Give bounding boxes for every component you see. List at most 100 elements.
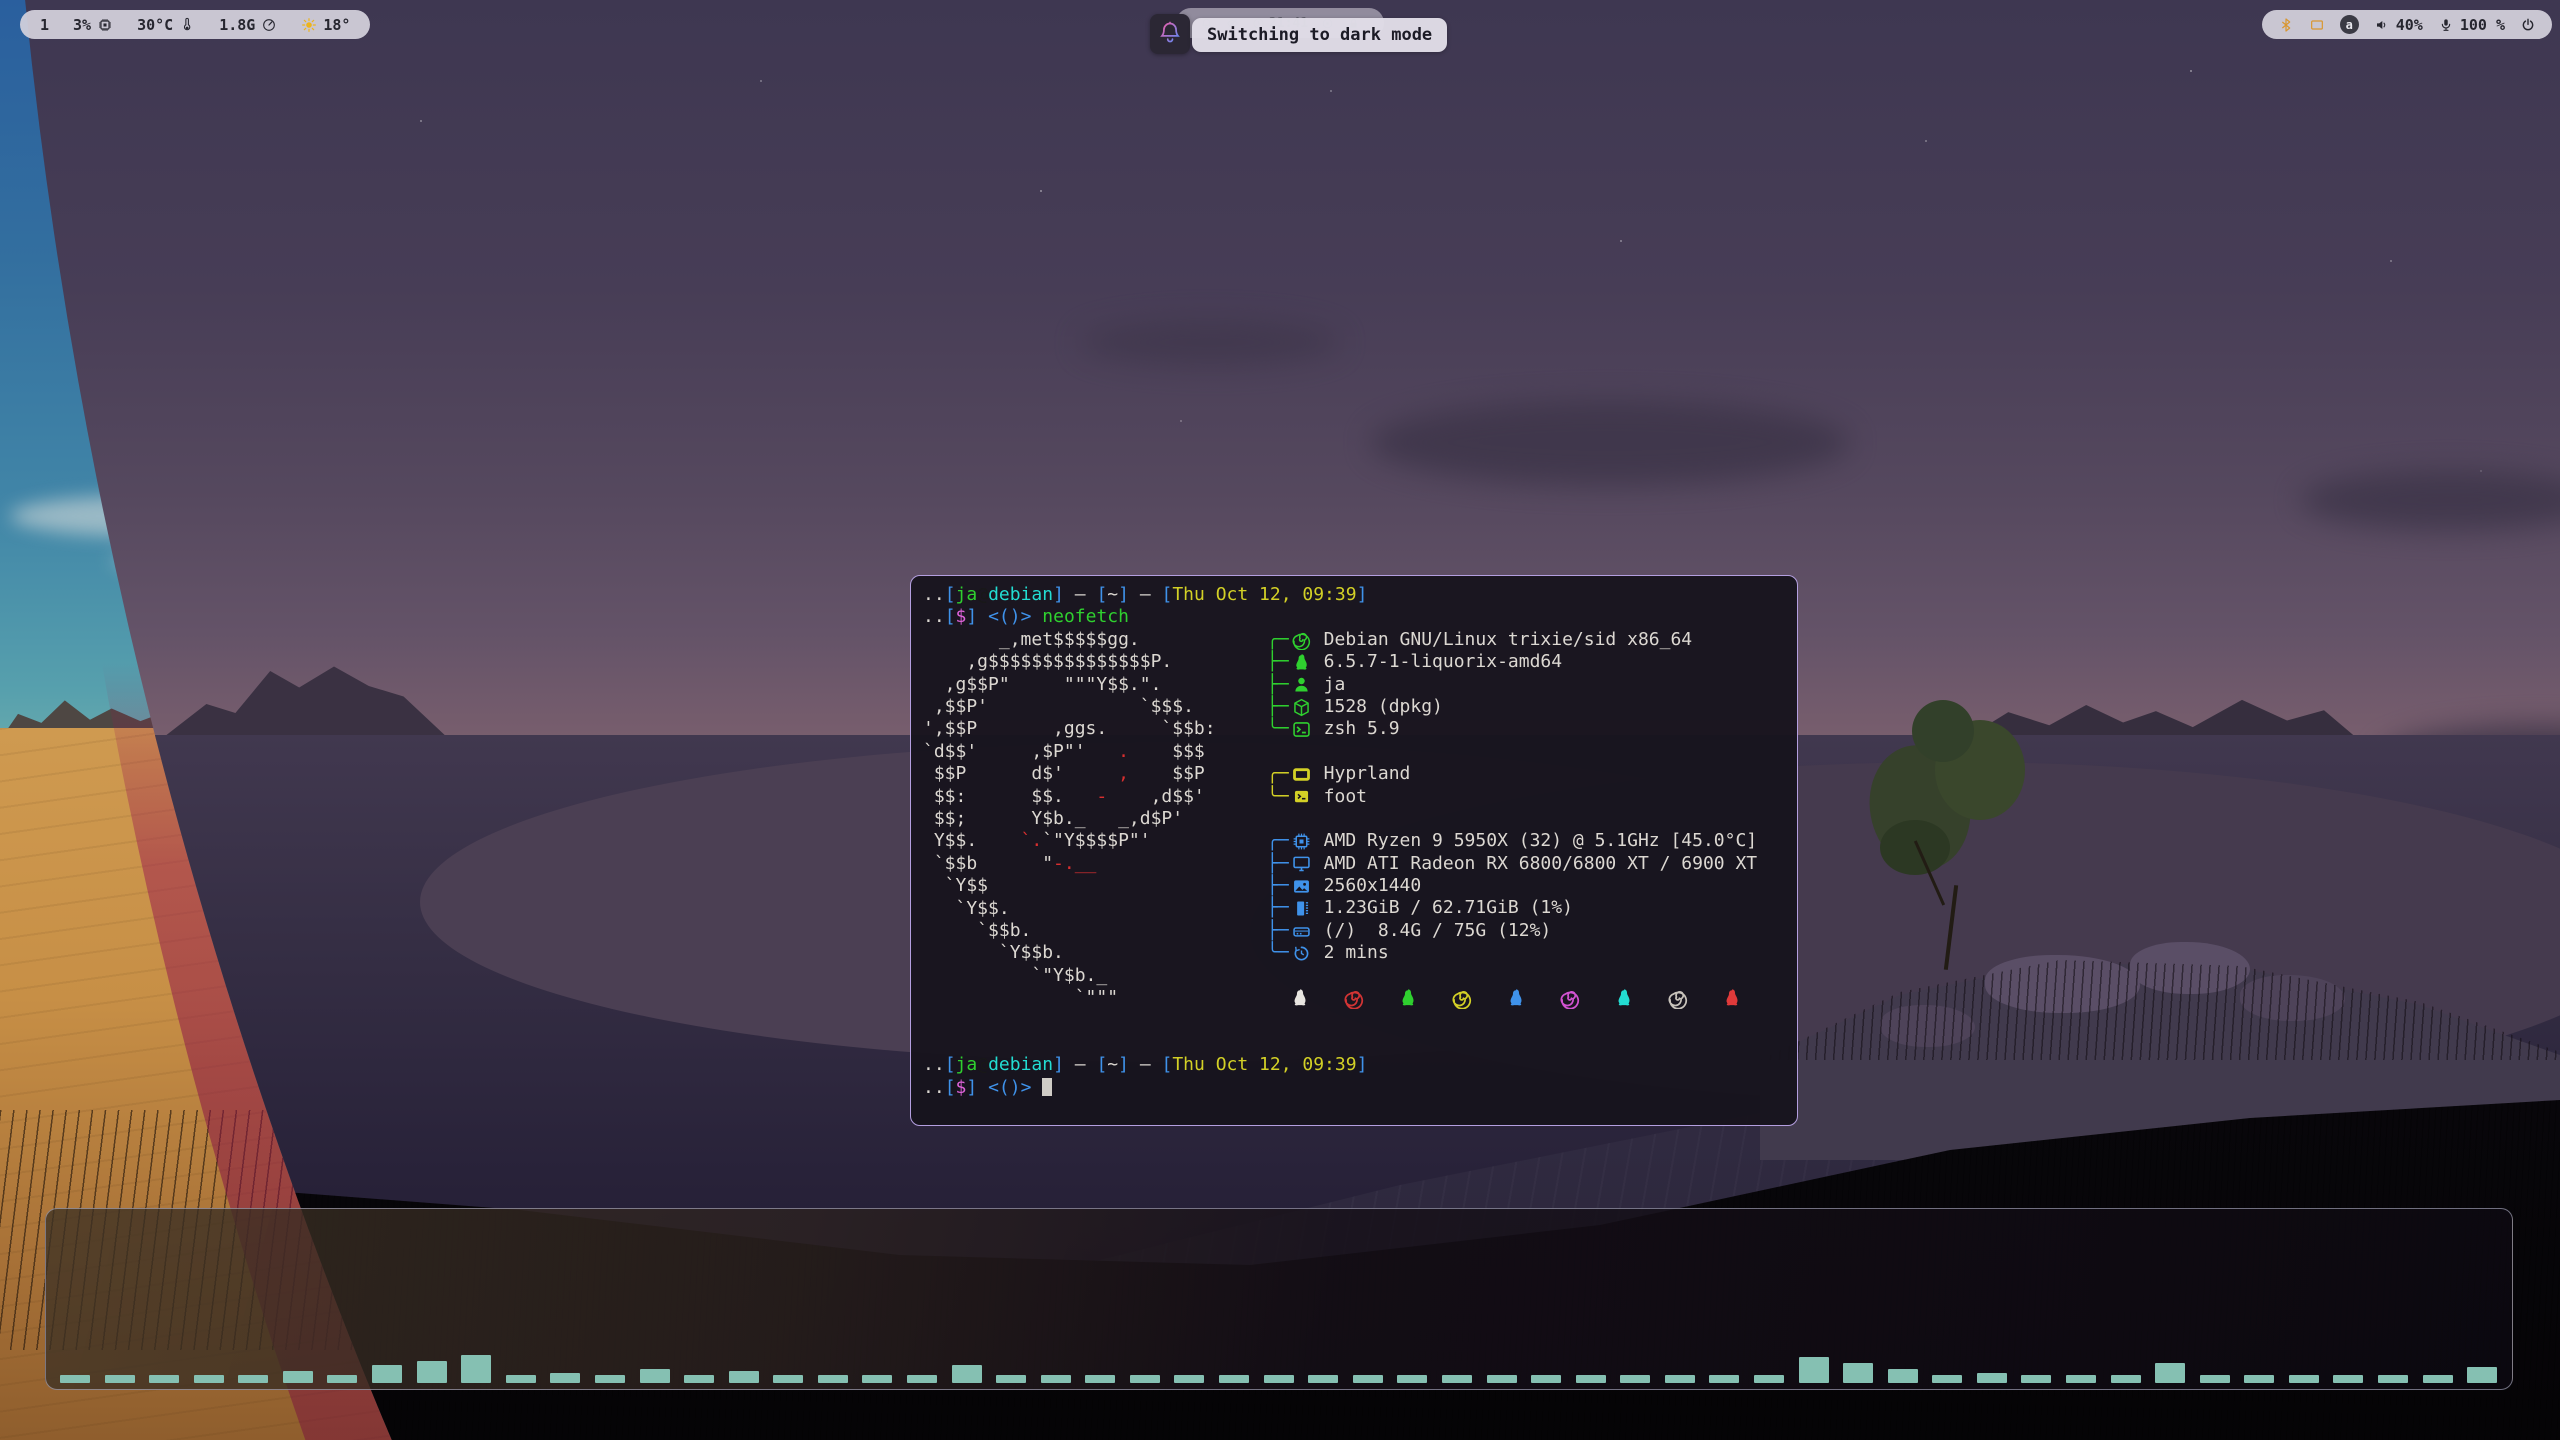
mic-level: 100 % (2460, 16, 2505, 34)
prompt-segment: [ (945, 606, 956, 627)
temperature-module[interactable]: 30°C (137, 16, 195, 34)
disk-value: (/) 8.4G / 75G (12%) (1324, 920, 1552, 942)
viz-bar (1977, 1373, 2007, 1383)
prompt-segment: ] (1357, 1054, 1368, 1075)
viz-bar (2155, 1363, 2185, 1383)
prompt-segment: ] (1053, 584, 1064, 605)
viz-bar (729, 1371, 759, 1383)
foot-terminal-window[interactable]: ..[ja@debian] – [~] – [Thu Oct 12, 09:39… (910, 575, 1798, 1126)
uptime-value: 2 mins (1324, 942, 1389, 964)
viz-bar (1308, 1375, 1338, 1383)
thermometer-icon (179, 17, 195, 33)
tree-connector: ╭─ (1267, 763, 1289, 785)
viz-bar (773, 1375, 803, 1383)
viz-bar (952, 1365, 982, 1383)
prompt-segment: .. (923, 584, 945, 605)
notification-popup[interactable]: Switching to dark mode (1150, 14, 1447, 54)
tray-app-icon[interactable]: a (2340, 15, 2359, 34)
window-icon (1289, 764, 1315, 785)
bluetooth-icon[interactable] (2278, 17, 2294, 33)
debian-ascii-art: _,met$$$$$gg. ,g$$$$$$$$$$$$$$$P. ,g$$P"… (923, 629, 1219, 1010)
viz-bar (105, 1375, 135, 1383)
volume-module[interactable]: 40% (2374, 16, 2423, 34)
tree-connector: ╰─ (1267, 718, 1289, 740)
viz-bar (907, 1375, 937, 1383)
prompt-line: ..[ja@debian] – [~] – [Thu Oct 12, 09:39… (923, 584, 1785, 606)
prompt-segment: [ (945, 1054, 956, 1075)
info-row-shell: ╰─ zsh 5.9 (1267, 718, 1757, 740)
tree-connector: ├─ (1267, 853, 1289, 875)
bell-gradient-icon (1157, 19, 1183, 49)
cpu-icon (97, 17, 113, 33)
terminal-content: ..[ja@debian] – [~] – [Thu Oct 12, 09:39… (911, 576, 1797, 1107)
prompt-segment: @ (977, 1054, 988, 1075)
viz-bar (2066, 1375, 2096, 1383)
prompt-segment: – (1064, 1054, 1097, 1075)
neofetch-info-column: ╭─Debian GNU/Linux trixie/sid x86_64 ├─6… (1267, 629, 1757, 1010)
ram-icon (1289, 898, 1315, 919)
display-icon[interactable] (2309, 17, 2325, 33)
prompt-segment: ] (966, 1077, 977, 1098)
uptime-clock-icon (1289, 943, 1315, 964)
prompt-line: ..[ja@debian] – [~] – [Thu Oct 12, 09:39… (923, 1054, 1785, 1076)
debian-swirl-icon (1343, 987, 1365, 1009)
viz-bar (996, 1375, 1026, 1383)
tux-icon (1289, 987, 1311, 1009)
viz-bar (2021, 1375, 2051, 1383)
microphone-module[interactable]: 100 % (2438, 16, 2505, 34)
viz-bar (327, 1375, 357, 1383)
prompt-segment (1031, 606, 1042, 627)
tux-icon (1505, 987, 1527, 1009)
tray-app-letter: a (2346, 18, 2353, 32)
viz-bar (194, 1375, 224, 1383)
prompt-segment: $ (956, 1077, 967, 1098)
viz-bar (1219, 1375, 1249, 1383)
viz-bar (1932, 1375, 1962, 1383)
gpu-monitor-icon (1289, 853, 1315, 874)
tree-connector: ├─ (1267, 674, 1289, 696)
info-row-uptime: ╰─2 mins (1267, 942, 1757, 964)
viz-bar (1264, 1375, 1294, 1383)
os-value: Debian GNU/Linux trixie/sid x86_64 (1324, 629, 1692, 651)
viz-bar (283, 1371, 313, 1383)
prompt-segment: ] (1053, 1054, 1064, 1075)
shell-value: zsh 5.9 (1324, 718, 1400, 740)
sun-icon (301, 17, 317, 33)
viz-bar (2111, 1375, 2141, 1383)
prompt-segment (977, 606, 988, 627)
cpu-chip-icon (1289, 831, 1315, 852)
tree-connector: ├─ (1267, 920, 1289, 942)
cpu-usage: 3% (73, 16, 91, 34)
volume-level: 40% (2396, 16, 2423, 34)
tree-foliage (1880, 820, 1950, 875)
speaker-icon (2374, 17, 2390, 33)
tree-connector: ╭─ (1267, 629, 1289, 651)
memory-value: 1.8G (219, 16, 255, 34)
tux-icon (1721, 987, 1743, 1009)
tux-icon (1613, 987, 1635, 1009)
notification-text-pill[interactable]: Switching to dark mode (1192, 18, 1447, 52)
workspace-indicator[interactable]: 1 (40, 16, 49, 34)
prompt-segment: @ (977, 584, 988, 605)
resolution-value: 2560x1440 (1324, 875, 1422, 897)
gauge-icon (261, 17, 277, 33)
ansi-color-strip (1289, 987, 1757, 1009)
terminal-cursor (1042, 1078, 1052, 1096)
viz-bar (2467, 1367, 2497, 1383)
prompt-segment: [ (1096, 584, 1107, 605)
night-cloud (1370, 400, 1850, 485)
info-row-cpu: ╭─ AMD Ryzen 9 5950X (32) @ 5.1GHz [45.0°… (1267, 830, 1757, 852)
tree-connector: ├─ (1267, 897, 1289, 919)
prompt-segment: – (1064, 584, 1097, 605)
cpu-value: AMD Ryzen 9 5950X (32) @ 5.1GHz [45.0°C] (1324, 830, 1757, 852)
memory-module[interactable]: 1.8G (219, 16, 277, 34)
shell-prompt-bottom[interactable]: ..[ja@debian] – [~] – [Thu Oct 12, 09:39… (923, 1054, 1785, 1099)
info-row-resolution: ├─2560x1440 (1267, 875, 1757, 897)
tux-icon (1397, 987, 1419, 1009)
power-icon[interactable] (2520, 17, 2536, 33)
tree-connector: ╰─ (1267, 786, 1289, 808)
prompt-segment: ja (956, 1054, 978, 1075)
cpu-module[interactable]: 3% (73, 16, 113, 34)
weather-module[interactable]: 18° (301, 16, 350, 34)
tree-connector: ╭─ (1267, 830, 1289, 852)
